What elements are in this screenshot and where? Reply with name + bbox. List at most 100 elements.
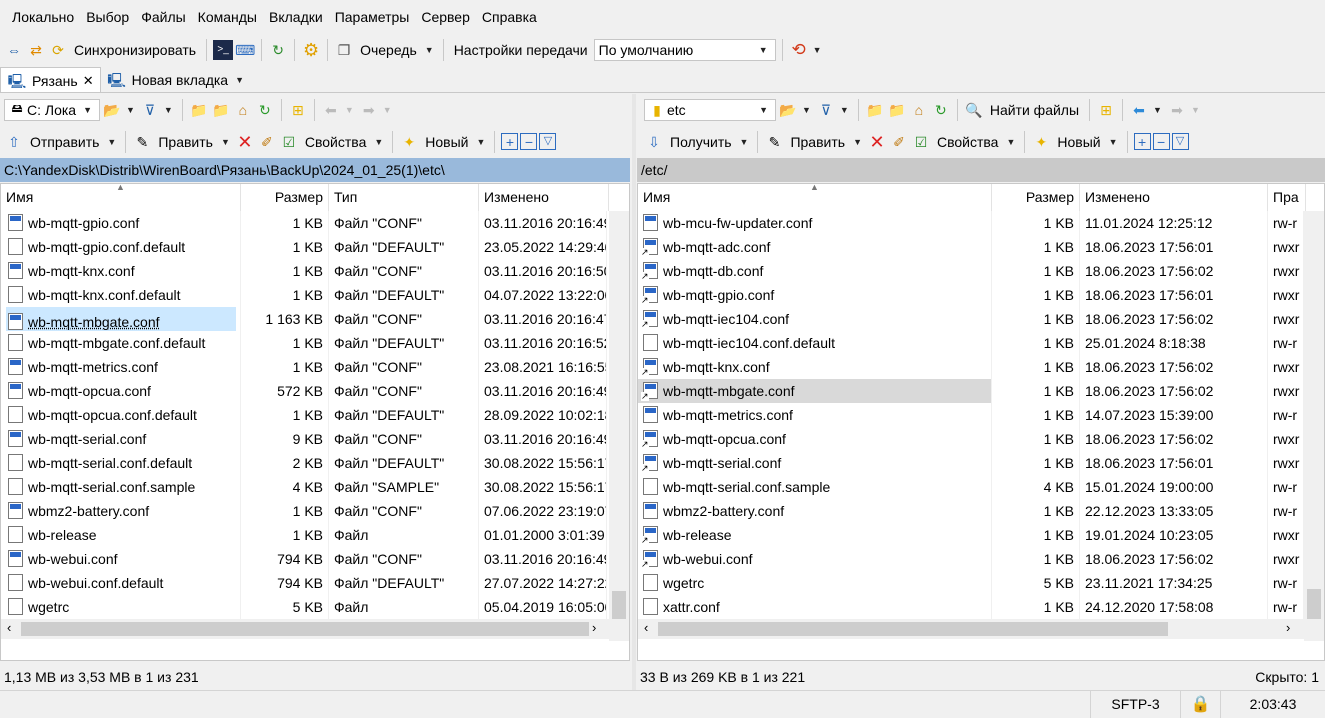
column-size[interactable]: Размер (992, 184, 1080, 211)
table-row[interactable]: wb-webui.conf 1 KB18.06.2023 17:56:02rwxr (638, 547, 1324, 571)
filter-dropdown-icon[interactable]: ▼ (840, 105, 849, 115)
properties-icon[interactable]: ☑ (911, 132, 931, 152)
table-row[interactable]: wbmz2-battery.conf 1 KB 22.12.2023 13:33:0… (638, 499, 1324, 523)
select-filter-icon[interactable]: ▽ (1171, 133, 1189, 150)
rename-icon[interactable]: ✐ (257, 132, 277, 152)
table-row[interactable]: wb-mqtt-knx.conf 1 KB18.06.2023 17:56:02r… (638, 355, 1324, 379)
table-row[interactable]: wb-mcu-fw-updater.conf 1 KB 11.01.2024 12:… (638, 211, 1324, 235)
forward-arrow-icon[interactable]: ➡ (1167, 100, 1187, 120)
table-row[interactable]: wb-release 1 KB Файл 01.01.2000 3:01:39 (1, 523, 629, 547)
upload-icon[interactable]: ⇧ (4, 132, 24, 152)
table-row[interactable]: wb-mqtt-metrics.conf 1 KB Файл "CONF" 23.08… (1, 355, 629, 379)
open-folder-icon[interactable]: 📂 (778, 100, 798, 120)
table-row[interactable]: xattr.conf 1 KB 24.12.2020 17:58:08 rw-r (638, 595, 1324, 619)
preferences-gear-icon[interactable]: ⚙ (301, 40, 321, 60)
back-arrow-icon[interactable]: ⬅ (1129, 100, 1149, 120)
table-row[interactable]: wb-mqtt-mbgate.conf 1 163 KB Файл "CONF" 03… (1, 307, 629, 331)
table-row[interactable]: wb-mqtt-serial.conf.default 2 KB Файл "DEF… (1, 451, 629, 475)
transfer-mode-dropdown-icon[interactable]: ▼ (813, 45, 822, 55)
properties-dropdown-icon[interactable]: ▼ (374, 137, 383, 147)
synchronize-icon[interactable]: ⟳ (48, 40, 68, 60)
panel-splitter[interactable] (632, 94, 636, 690)
transfer-mode-icon[interactable]: ⟲ (789, 40, 809, 60)
local-drive-select[interactable]: 🖴 C: Лока ▼ (4, 98, 100, 121)
find-files-button[interactable]: Найти файлы (990, 102, 1079, 118)
edit-button[interactable]: Править (158, 134, 213, 150)
sync-browse-icon[interactable]: ⇄ (26, 40, 46, 60)
select-minus-icon[interactable]: − (1152, 133, 1170, 150)
home-icon[interactable]: ⌂ (909, 100, 929, 120)
queue-dropdown-icon[interactable]: ▼ (425, 45, 434, 55)
table-row[interactable]: wb-mqtt-db.conf 1 KB18.06.2023 17:56:02rw… (638, 259, 1324, 283)
table-row[interactable]: wb-mqtt-mbgate.conf 1 KB18.06.2023 17:56:… (638, 379, 1324, 403)
select-minus-icon[interactable]: − (520, 133, 538, 150)
select-plus-icon[interactable]: + (1133, 133, 1151, 150)
back-dropdown-icon[interactable]: ▼ (1153, 105, 1162, 115)
edit-button[interactable]: Править (790, 134, 845, 150)
right-horizontal-scrollbar[interactable]: ‹ › (638, 619, 1324, 639)
properties-button[interactable]: Свойства (937, 134, 998, 150)
new-folder-icon[interactable]: ✦ (1031, 132, 1051, 152)
table-row[interactable]: wb-webui.conf 794 KB Файл "CONF" 03.11.2016… (1, 547, 629, 571)
tab-ryazan[interactable]: 🖳 Рязань ✕ (0, 67, 101, 93)
edit-icon[interactable]: ✎ (764, 132, 784, 152)
properties-icon[interactable]: ☑ (279, 132, 299, 152)
refresh-icon[interactable]: ↻ (255, 100, 275, 120)
back-arrow-icon[interactable]: ⬅ (321, 100, 341, 120)
menu-commands[interactable]: Команды (192, 0, 263, 34)
new-button[interactable]: Новый (425, 134, 468, 150)
select-filter-icon[interactable]: ▽ (539, 133, 557, 150)
close-tab-icon[interactable]: ✕ (83, 73, 94, 89)
tree-icon[interactable]: ⊞ (288, 100, 308, 120)
table-row[interactable]: wb-mqtt-iec104.conf 1 KB18.06.2023 17:56:… (638, 307, 1324, 331)
forward-dropdown-icon[interactable]: ▼ (383, 105, 392, 115)
open-dropdown-icon[interactable]: ▼ (126, 105, 135, 115)
delete-icon[interactable]: ✕ (235, 132, 255, 152)
column-modified[interactable]: Изменено (479, 184, 609, 211)
new-dropdown-icon[interactable]: ▼ (1109, 137, 1118, 147)
chevron-down-icon[interactable]: ▼ (235, 75, 244, 85)
table-row[interactable]: wb-mqtt-serial.conf 1 KB18.06.2023 17:56:… (638, 451, 1324, 475)
open-dropdown-icon[interactable]: ▼ (802, 105, 811, 115)
table-row[interactable]: wb-mqtt-metrics.conf 1 KB 14.07.2023 15:39… (638, 403, 1324, 427)
left-vertical-scrollbar[interactable] (609, 211, 629, 641)
left-horizontal-scrollbar[interactable]: ‹ › (1, 619, 629, 639)
properties-dropdown-icon[interactable]: ▼ (1006, 137, 1015, 147)
putty-icon[interactable]: ⌨ (235, 40, 255, 60)
filter-dropdown-icon[interactable]: ▼ (164, 105, 173, 115)
right-vertical-scrollbar[interactable]: ▼ (1304, 211, 1324, 641)
parent-dir-icon[interactable]: 📁 (189, 100, 209, 120)
column-modified[interactable]: Изменено (1080, 184, 1268, 211)
synchronize-button[interactable]: Синхронизировать (74, 42, 196, 58)
column-size[interactable]: Размер (241, 184, 329, 211)
scroll-right-icon[interactable]: › (1286, 620, 1290, 635)
table-row[interactable]: wb-mqtt-knx.conf.default 1 KB Файл "DEFAUL… (1, 283, 629, 307)
edit-icon[interactable]: ✎ (132, 132, 152, 152)
select-plus-icon[interactable]: + (501, 133, 519, 150)
right-hscroll-thumb[interactable] (658, 622, 1168, 636)
lock-icon[interactable]: 🔒 (1180, 691, 1220, 718)
scroll-left-icon[interactable]: ‹ (7, 620, 11, 635)
transfer-settings-select[interactable]: По умолчанию ▼ (593, 38, 776, 61)
parent-dir-icon[interactable]: 📁 (865, 100, 885, 120)
console-icon[interactable]: >_ (213, 39, 234, 60)
upload-dropdown-icon[interactable]: ▼ (107, 137, 116, 147)
edit-dropdown-icon[interactable]: ▼ (853, 137, 862, 147)
menu-help[interactable]: Справка (476, 0, 543, 34)
right-path-bar[interactable]: /etc/ (637, 158, 1325, 182)
filter-icon[interactable]: ⊽ (140, 100, 160, 120)
compare-dirs-icon[interactable]: ⇔ (4, 40, 24, 60)
refresh-icon[interactable]: ↻ (931, 100, 951, 120)
table-row[interactable]: wb-mqtt-gpio.conf 1 KB18.06.2023 17:56:01… (638, 283, 1324, 307)
menu-options[interactable]: Параметры (329, 0, 416, 34)
menu-server[interactable]: Сервер (415, 0, 476, 34)
edit-dropdown-icon[interactable]: ▼ (221, 137, 230, 147)
new-folder-icon[interactable]: ✦ (399, 132, 419, 152)
table-row[interactable]: wb-mqtt-opcua.conf 572 KB Файл "CONF" 03.11… (1, 379, 629, 403)
properties-button[interactable]: Свойства (305, 134, 366, 150)
table-row[interactable]: wb-mqtt-mbgate.conf.default 1 KB Файл "DEF… (1, 331, 629, 355)
download-icon[interactable]: ⇩ (644, 132, 664, 152)
forward-arrow-icon[interactable]: ➡ (359, 100, 379, 120)
queue-button[interactable]: Очередь (360, 42, 417, 58)
back-dropdown-icon[interactable]: ▼ (345, 105, 354, 115)
